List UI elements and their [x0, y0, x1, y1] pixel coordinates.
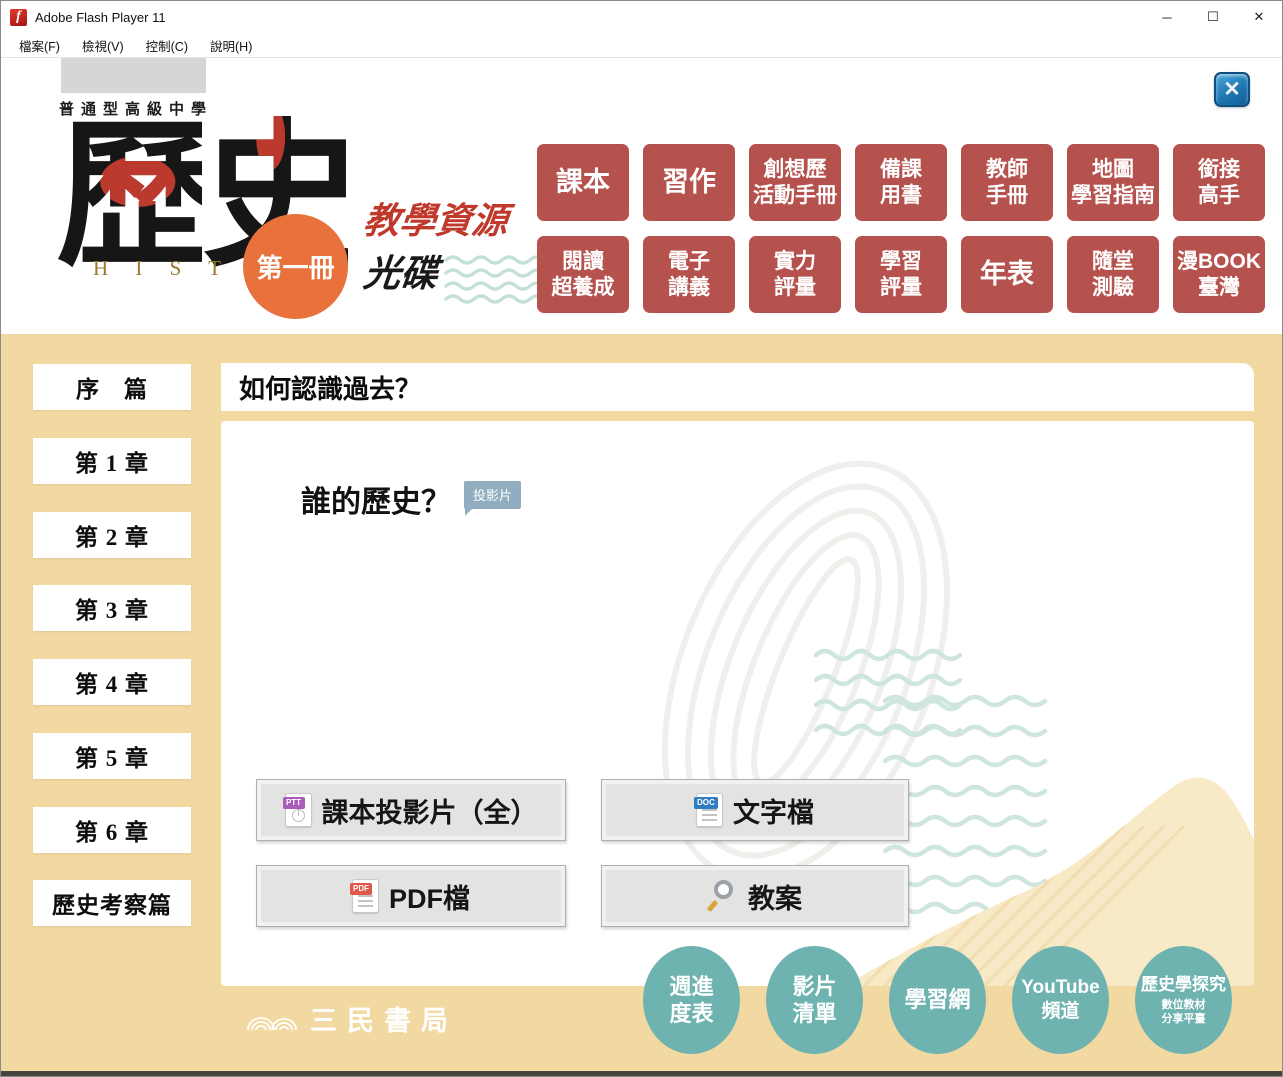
sidebar-item-chapter-3[interactable]: 第 3 章 [33, 585, 191, 631]
sidebar-item-chapter-5[interactable]: 第 5 章 [33, 733, 191, 779]
quick-link-label: 歷史學探究 [1141, 974, 1226, 995]
maximize-button[interactable]: ☐ [1190, 1, 1236, 33]
magnifier-icon [708, 880, 738, 912]
doc-band: DOC [694, 797, 718, 809]
volume-badge: 第一冊 [243, 214, 348, 319]
button-text-file[interactable]: DOC 文字檔 [601, 779, 909, 841]
resource-learning-assessment[interactable]: 學習 評量 [855, 236, 947, 313]
quick-link-video-list[interactable]: 影片 清單 [766, 946, 863, 1054]
resource-comic-book-taiwan[interactable]: 漫BOOK 臺灣 [1173, 236, 1265, 313]
resource-buttons: 課本 習作 創想歷 活動手冊 備課 用書 教師 手冊 地圖 學習指南 銜接 高手… [537, 144, 1265, 313]
sidebar-item-chapter-1[interactable]: 第 1 章 [33, 438, 191, 484]
tagline-disc: 光碟 [361, 243, 441, 297]
menu-view[interactable]: 檢視(V) [72, 34, 134, 57]
button-textbook-slides-all[interactable]: PTT 課本投影片（全） [256, 779, 566, 841]
title-char-li: 歷 [56, 116, 202, 276]
quick-link-weekly-schedule[interactable]: 週進 度表 [643, 946, 740, 1054]
resource-quiz[interactable]: 隨堂 測驗 [1067, 236, 1159, 313]
button-label: PDF檔 [389, 877, 470, 916]
tagline-teaching-resources: 教學資源 [361, 192, 510, 244]
title-bar: f Adobe Flash Player 11 ─ ☐ ✕ [1, 1, 1282, 33]
button-label: 課本投影片（全） [322, 791, 538, 830]
pdf-file-icon: PDF [352, 879, 379, 913]
button-pdf-file[interactable]: PDF PDF檔 [256, 865, 566, 927]
resource-activity-handbook[interactable]: 創想歷 活動手冊 [749, 144, 841, 221]
ppt-chart-glyph [292, 809, 305, 822]
chapter-title: 如何認識過去？ [239, 369, 421, 406]
quick-link-youtube-channel[interactable]: YouTube 頻道 [1012, 946, 1109, 1054]
sidebar-item-chapter-2[interactable]: 第 2 章 [33, 512, 191, 558]
top-banner: 普通型高級中學 ✕ 歷史 H I S T O R Y 第一冊 教學資源 光碟 課… [1, 58, 1282, 334]
button-label: 教案 [748, 877, 802, 916]
window-title: Adobe Flash Player 11 [35, 10, 166, 25]
quick-link-circles: 週進 度表 影片 清單 學習網 YouTube 頻道 歷史學探究 數位教材 分享… [643, 946, 1232, 1054]
resource-teacher-manual[interactable]: 教師 手冊 [961, 144, 1053, 221]
quick-link-learning-site[interactable]: 學習網 [889, 946, 986, 1054]
flash-player-window: f Adobe Flash Player 11 ─ ☐ ✕ 檔案(F) 檢視(V… [0, 0, 1283, 1077]
menu-file[interactable]: 檔案(F) [9, 34, 70, 57]
publisher-logo-redacted [61, 58, 206, 93]
resource-lesson-prep-book[interactable]: 備課 用書 [855, 144, 947, 221]
sidebar-item-chapter-6[interactable]: 第 6 章 [33, 807, 191, 853]
menu-control[interactable]: 控制(C) [136, 34, 198, 57]
button-lesson-plan[interactable]: 教案 [601, 865, 909, 927]
doc-file-icon: DOC [696, 793, 723, 827]
resource-reading-builder[interactable]: 閱讀 超養成 [537, 236, 629, 313]
minimize-button[interactable]: ─ [1144, 1, 1190, 33]
background-taskbar-edge [1, 1071, 1282, 1076]
publisher-logo: 三民書局 [246, 999, 458, 1038]
quick-link-sublabel: 數位教材 分享平臺 [1162, 998, 1206, 1027]
publisher-name: 三民書局 [310, 999, 458, 1038]
menu-bar: 檔案(F) 檢視(V) 控制(C) 說明(H) [1, 33, 1282, 58]
resource-ability-assessment[interactable]: 實力 評量 [749, 236, 841, 313]
sidebar-item-field-study[interactable]: 歷史考察篇 [33, 880, 191, 926]
app-close-button[interactable]: ✕ [1214, 72, 1250, 107]
pdf-lines-glyph [358, 895, 373, 907]
ppt-band: PTT [283, 797, 305, 809]
window-controls: ─ ☐ ✕ [1144, 1, 1282, 33]
rainbow-arches-icon [246, 1006, 300, 1032]
flash-icon: f [10, 9, 27, 26]
main-area: 序 篇 第 1 章 第 2 章 第 3 章 第 4 章 第 5 章 第 6 章 … [1, 334, 1282, 1071]
content-panel: 誰的歷史？ 投影片 PTT 課本投影片（全） DOC 文字檔 PDF [221, 421, 1254, 986]
resource-e-lecture-notes[interactable]: 電子 講義 [643, 236, 735, 313]
sidebar-item-prologue[interactable]: 序 篇 [33, 364, 191, 410]
chapter-title-bar: 如何認識過去？ [221, 363, 1254, 411]
quick-link-history-inquiry[interactable]: 歷史學探究 數位教材 分享平臺 [1135, 946, 1232, 1054]
resource-chronology[interactable]: 年表 [961, 236, 1053, 313]
doc-lines-glyph [702, 809, 717, 821]
pdf-band: PDF [350, 883, 372, 895]
menu-help[interactable]: 說明(H) [200, 34, 262, 57]
ppt-file-icon: PTT [285, 793, 312, 827]
close-button[interactable]: ✕ [1236, 1, 1282, 33]
resource-textbook[interactable]: 課本 [537, 144, 629, 221]
topic-title: 誰的歷史？ [301, 477, 451, 521]
sidebar-item-chapter-4[interactable]: 第 4 章 [33, 659, 191, 705]
resource-map-study-guide[interactable]: 地圖 學習指南 [1067, 144, 1159, 221]
resource-workbook[interactable]: 習作 [643, 144, 735, 221]
resource-bridging-expert[interactable]: 銜接 高手 [1173, 144, 1265, 221]
button-label: 文字檔 [733, 791, 814, 830]
slides-tag: 投影片 [464, 481, 521, 509]
